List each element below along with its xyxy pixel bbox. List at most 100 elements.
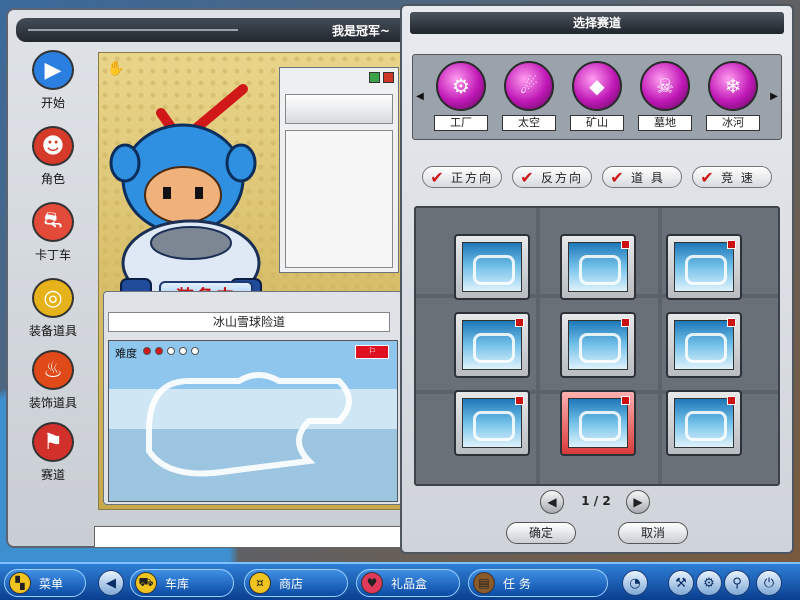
category-graveyard[interactable]: ☠ 墓地 <box>637 61 693 139</box>
checkmark-icon: ✔ <box>700 167 714 187</box>
main-window: 我是冠军~ ▶ 开始 ☻ 角色 ⛐ 卡丁车 ◎ 装备道具 ♨ 装饰道具 ⚑ 赛道… <box>6 8 412 548</box>
giftbox-button[interactable]: ♥ 礼品盒 <box>356 569 460 597</box>
sidebar-item-start[interactable]: ▶ 开始 <box>16 50 90 120</box>
category-label: 工厂 <box>434 115 488 131</box>
sidebar-item-decoration[interactable]: ♨ 装饰道具 <box>16 350 90 420</box>
category-factory[interactable]: ⚙ 工厂 <box>433 61 489 139</box>
title-line-decoration <box>28 29 238 31</box>
tools-icon[interactable]: ⚒ <box>668 570 694 596</box>
checkmark-icon: ✔ <box>430 167 444 187</box>
info-bar <box>285 94 393 124</box>
category-label: 太空 <box>502 115 556 131</box>
track-preview-panel: 冰山雪球险道 难度 ⚐ <box>103 291 403 505</box>
menu-button[interactable]: ▚ 菜单 <box>4 569 86 597</box>
next-page-button[interactable]: ▶ <box>626 490 650 514</box>
filter-speed[interactable]: ✔ 竞 速 <box>692 166 772 188</box>
track-grid <box>414 206 780 486</box>
filter-items[interactable]: ✔ 道 具 <box>602 166 682 188</box>
diamond-icon: ◆ <box>572 61 622 111</box>
character-preview: ✋ 装备中 冰山雪球险道 难度 <box>98 52 406 510</box>
filter-row: ✔ 正方向 ✔ 反方向 ✔ 道 具 ✔ 竞 速 <box>422 166 782 190</box>
shop-label: 商店 <box>279 576 304 591</box>
garage-icon: ⛟ <box>135 572 157 594</box>
heart-icon: ♥ <box>361 572 383 594</box>
taskbar: ▚ 菜单 ◀ ⛟ 车库 ¤ 商店 ♥ 礼品盒 ▤ 任 务 ◔ ⚒ ⚙ ⚲ ⏻ <box>0 562 800 600</box>
flame-shirt-icon: ♨ <box>32 350 74 390</box>
character-avatar <box>109 84 262 307</box>
windows-logo-icon: ▚ <box>9 572 31 594</box>
category-label: 冰河 <box>706 115 760 131</box>
task-label: 任 务 <box>503 576 531 591</box>
page-indicator: 1 / 2 <box>581 494 611 508</box>
category-label: 墓地 <box>638 115 692 131</box>
garage-label: 车库 <box>165 576 190 591</box>
category-space[interactable]: ☄ 太空 <box>501 61 557 139</box>
sidebar-item-track[interactable]: ⚑ 赛道 <box>16 422 90 492</box>
sidebar-item-label: 装饰道具 <box>28 396 77 410</box>
filter-reverse[interactable]: ✔ 反方向 <box>512 166 592 188</box>
track-thumbnail[interactable] <box>454 390 530 456</box>
giftbox-label: 礼品盒 <box>391 576 428 591</box>
category-mine[interactable]: ◆ 矿山 <box>569 61 625 139</box>
goggles-icon: ◎ <box>32 278 74 318</box>
cancel-button[interactable]: 取消 <box>618 522 688 544</box>
info-panel <box>279 67 399 273</box>
filter-label: 道 具 <box>631 170 665 185</box>
track-thumbnail[interactable] <box>454 312 530 378</box>
book-icon: ▤ <box>473 572 495 594</box>
speedometer-icon[interactable]: ◔ <box>622 570 648 596</box>
track-thumbnail-selected[interactable] <box>560 390 636 456</box>
back-arrow-icon[interactable]: ◀ <box>98 570 124 596</box>
track-preview-image: 难度 ⚐ <box>108 340 398 502</box>
minimize-icon[interactable] <box>369 72 380 83</box>
garage-button[interactable]: ⛟ 车库 <box>130 569 234 597</box>
track-thumbnail[interactable] <box>666 234 742 300</box>
sidebar-item-label: 赛道 <box>40 468 65 482</box>
ufo-icon: ☄ <box>504 61 554 111</box>
track-select-title: 选择赛道 <box>410 12 784 34</box>
sidebar-item-kart[interactable]: ⛐ 卡丁车 <box>16 202 90 272</box>
sidebar-item-equipment[interactable]: ◎ 装备道具 <box>16 278 90 348</box>
chevron-right-icon[interactable]: ▶ <box>769 87 779 105</box>
track-thumbnail[interactable] <box>666 390 742 456</box>
shop-button[interactable]: ¤ 商店 <box>244 569 348 597</box>
sidebar-item-label: 开始 <box>40 96 65 110</box>
close-icon[interactable] <box>383 72 394 83</box>
confirm-button[interactable]: 确定 <box>506 522 576 544</box>
snowflake-icon: ❄ <box>708 61 758 111</box>
sidebar-item-label: 卡丁车 <box>34 248 71 262</box>
filter-label: 正方向 <box>451 170 494 185</box>
category-glacier[interactable]: ❄ 冰河 <box>705 61 761 139</box>
search-icon[interactable]: ⚲ <box>724 570 750 596</box>
track-thumbnail[interactable] <box>454 234 530 300</box>
sidebar-item-label: 装备道具 <box>28 324 77 338</box>
sidebar: ▶ 开始 ☻ 角色 ⛐ 卡丁车 ◎ 装备道具 ♨ 装饰道具 ⚑ 赛道 <box>16 50 90 490</box>
settings-gear-icon[interactable]: ⚙ <box>696 570 722 596</box>
coin-icon: ¤ <box>249 572 271 594</box>
power-icon[interactable]: ⏻ <box>756 570 782 596</box>
main-titlebar: 我是冠军~ <box>16 18 408 42</box>
skull-icon: ☠ <box>640 61 690 111</box>
player-name: 我是冠军~ <box>331 23 390 38</box>
hand-icon[interactable]: ✋ <box>107 61 124 77</box>
kart-icon: ⛐ <box>32 202 74 242</box>
track-layout-drawing <box>146 372 352 477</box>
gear-icon: ⚙ <box>436 61 486 111</box>
filter-forward[interactable]: ✔ 正方向 <box>422 166 502 188</box>
track-flag-icon: ⚑ <box>32 422 74 462</box>
sidebar-item-character[interactable]: ☻ 角色 <box>16 126 90 196</box>
prev-page-button[interactable]: ◀ <box>540 490 564 514</box>
play-icon: ▶ <box>32 50 74 90</box>
task-button[interactable]: ▤ 任 务 <box>468 569 608 597</box>
track-thumbnail[interactable] <box>560 312 636 378</box>
filter-label: 反方向 <box>541 170 584 185</box>
track-thumbnail[interactable] <box>666 312 742 378</box>
chat-input[interactable] <box>94 526 412 548</box>
chevron-left-icon[interactable]: ◀ <box>415 87 425 105</box>
info-box <box>285 130 393 268</box>
character-icon: ☻ <box>32 126 74 166</box>
track-name: 冰山雪球险道 <box>108 312 390 332</box>
track-thumbnail[interactable] <box>560 234 636 300</box>
category-label: 矿山 <box>570 115 624 131</box>
checkmark-icon: ✔ <box>520 167 534 187</box>
